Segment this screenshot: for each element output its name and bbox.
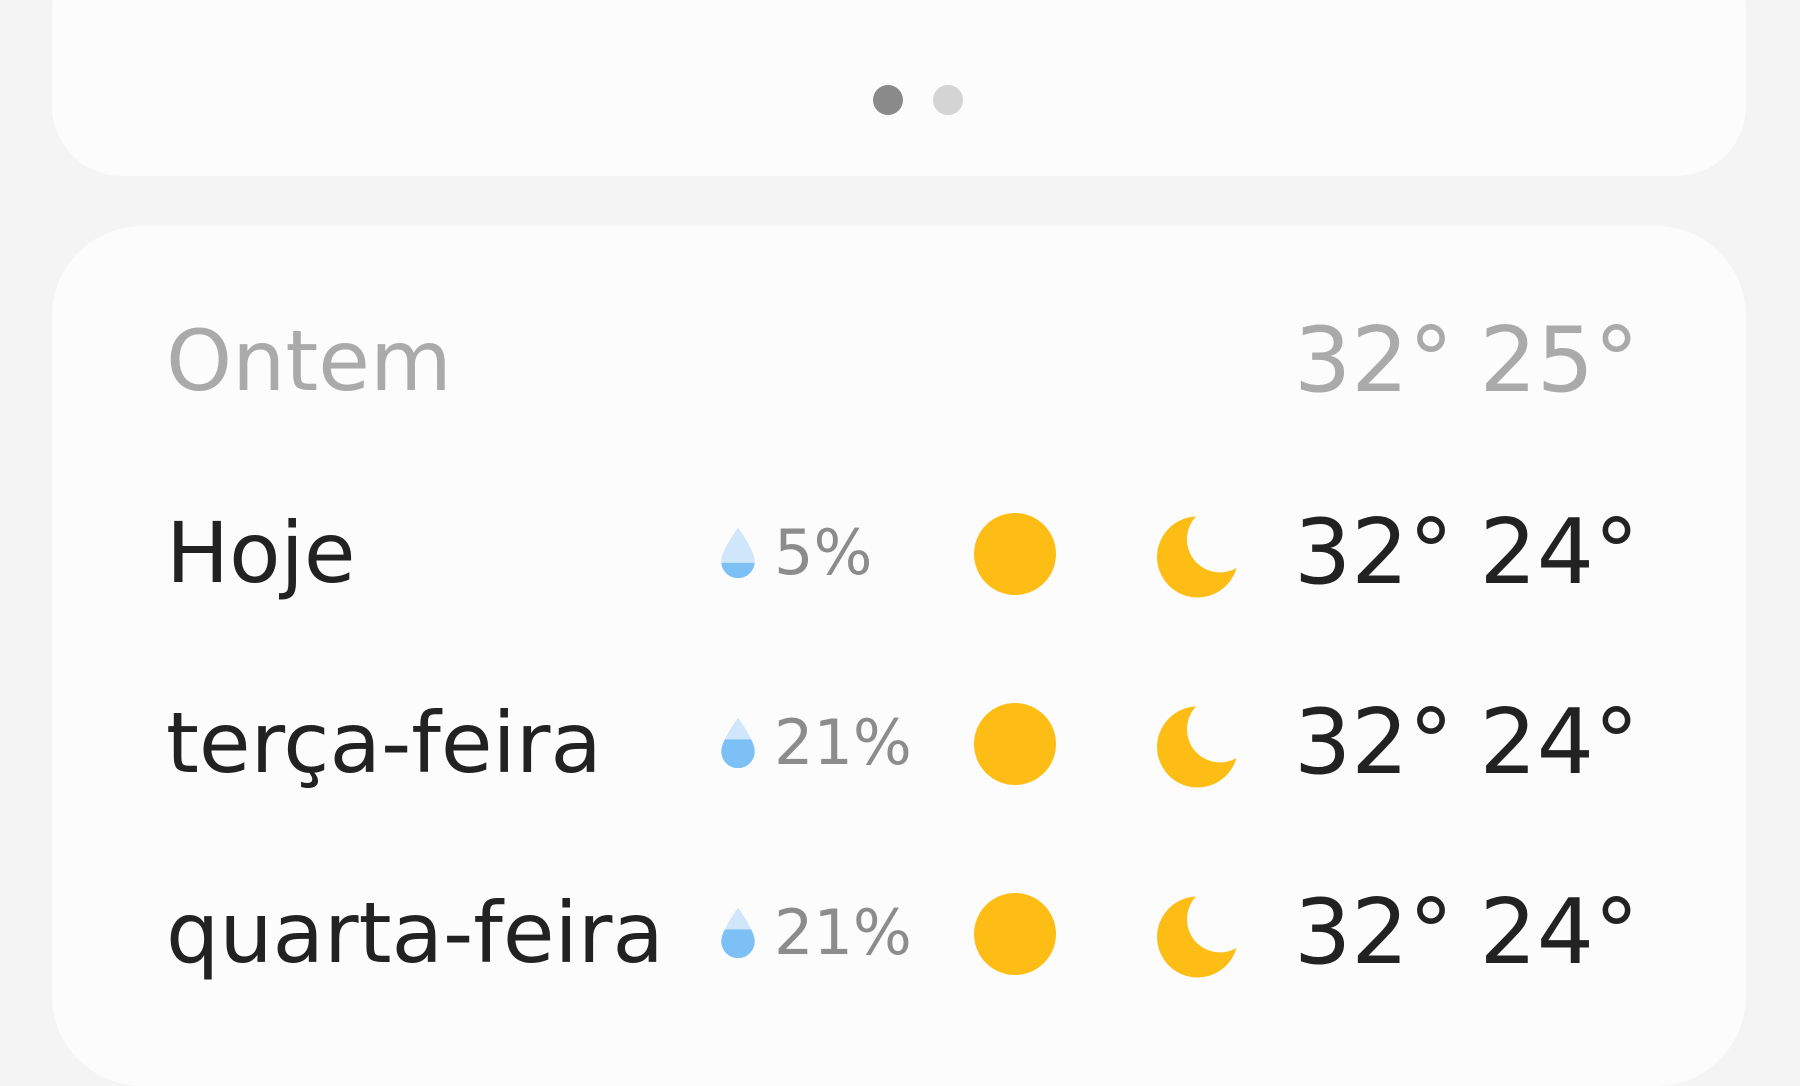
temperature-range: 32° 25°: [1294, 306, 1639, 416]
temperature-range: 32° 24°: [1294, 498, 1639, 608]
high-temp: 32°: [1293, 500, 1454, 605]
high-temp: 32°: [1293, 690, 1454, 795]
page-dot-2[interactable]: [933, 85, 963, 115]
daily-forecast-card: Ontem 32° 25° Hoje 5% 32° 24° terça-feira …: [52, 226, 1746, 1086]
day-label: Ontem: [166, 312, 452, 410]
precipitation-value: 21%: [774, 706, 912, 779]
precipitation-value: 21%: [774, 896, 912, 969]
day-label: terça-feira: [166, 694, 602, 792]
precipitation: 5%: [716, 498, 872, 608]
moon-icon: [1157, 706, 1237, 788]
sun-icon: [974, 703, 1056, 785]
low-temp: 25°: [1479, 308, 1639, 413]
day-label: quarta-feira: [166, 884, 664, 982]
raindrop-shape: [721, 717, 755, 769]
forecast-row[interactable]: terça-feira 21% 32° 24°: [52, 688, 1746, 798]
low-temp: 24°: [1479, 500, 1639, 605]
precipitation: 21%: [716, 878, 912, 988]
high-temp: 32°: [1293, 880, 1454, 985]
low-temp: 24°: [1479, 880, 1639, 985]
summary-card: [52, 0, 1746, 176]
raindrop-icon: [716, 906, 760, 960]
moon-icon: [1157, 516, 1237, 598]
summary-text-cutoff: [52, 0, 1746, 12]
page-dot-1[interactable]: [873, 85, 903, 115]
raindrop-icon: [716, 716, 760, 770]
sun-icon: [974, 513, 1056, 595]
raindrop-shape: [721, 527, 755, 579]
day-label: Hoje: [166, 504, 356, 602]
high-temp: 32°: [1293, 308, 1454, 413]
low-temp: 24°: [1479, 690, 1639, 795]
forecast-row[interactable]: Hoje 5% 32° 24°: [52, 498, 1746, 608]
sun-icon: [974, 893, 1056, 975]
temperature-range: 32° 24°: [1294, 878, 1639, 988]
forecast-row-yesterday[interactable]: Ontem 32° 25°: [52, 306, 1746, 416]
raindrop-shape: [721, 907, 755, 959]
moon-icon: [1157, 896, 1237, 978]
temperature-range: 32° 24°: [1294, 688, 1639, 798]
forecast-row[interactable]: quarta-feira 21% 32° 24°: [52, 878, 1746, 988]
page-indicator: [52, 85, 1746, 115]
precipitation: 21%: [716, 688, 912, 798]
raindrop-icon: [716, 526, 760, 580]
precipitation-value: 5%: [774, 516, 873, 589]
